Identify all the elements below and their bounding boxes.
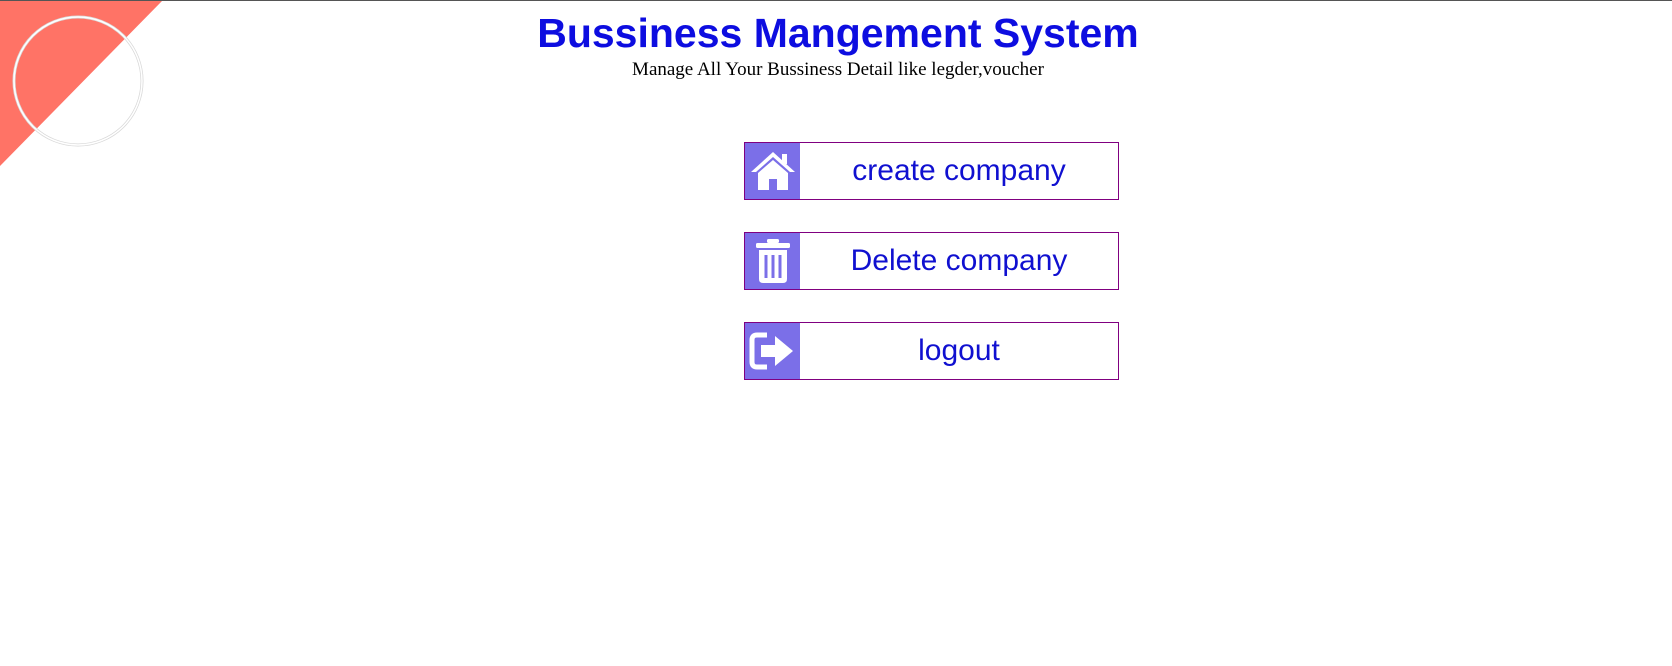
page-header: Bussiness Mangement System Manage All Yo… — [0, 9, 1672, 81]
page-title: Bussiness Mangement System — [537, 10, 1139, 56]
logout-label: logout — [918, 334, 1000, 367]
action-menu: create company Delete company logout — [744, 142, 1119, 412]
create-company-label: create company — [852, 154, 1066, 187]
home-icon — [745, 143, 800, 199]
delete-company-button[interactable]: Delete company — [744, 232, 1119, 290]
create-company-button[interactable]: create company — [744, 142, 1119, 200]
logout-button[interactable]: logout — [744, 322, 1119, 380]
trash-icon — [745, 233, 800, 289]
delete-company-label: Delete company — [850, 244, 1068, 277]
page-subtitle: Manage All Your Bussiness Detail like le… — [632, 59, 1044, 80]
logout-icon — [745, 323, 800, 379]
